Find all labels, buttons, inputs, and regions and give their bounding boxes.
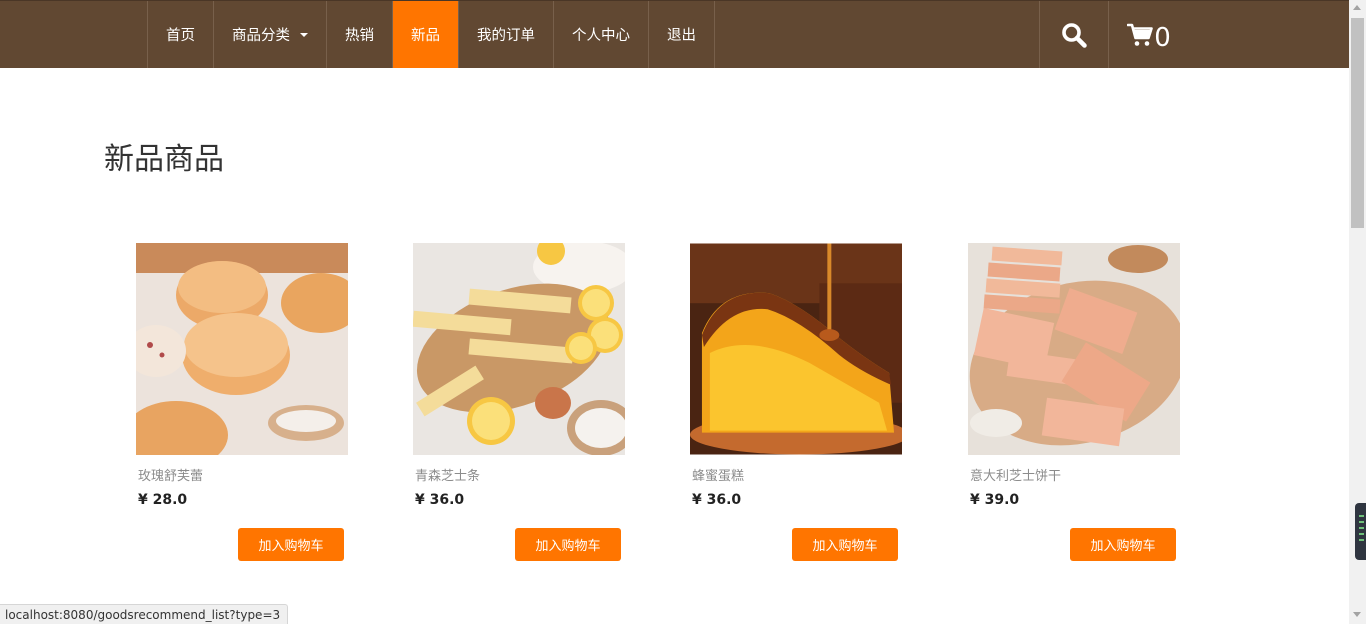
nav-item-label: 首页	[166, 28, 195, 44]
nav-item-home[interactable]: 首页	[148, 1, 214, 68]
product-price: ¥ 28.0	[138, 492, 188, 508]
widget-bar	[1359, 539, 1364, 541]
nav-item-profile[interactable]: 个人中心	[554, 1, 649, 68]
scroll-up-arrow-icon[interactable]	[1353, 5, 1361, 10]
nav-item-label: 商品分类	[232, 28, 290, 44]
widget-bar	[1359, 521, 1364, 523]
product-price: ¥ 36.0	[692, 492, 742, 508]
nav-item-label: 新品	[411, 28, 440, 44]
product-price: ¥ 39.0	[970, 492, 1020, 508]
product-name[interactable]: 蜂蜜蛋糕	[692, 465, 744, 484]
product-card: 玫瑰舒芙蕾 ¥ 28.0 加入购物车	[136, 243, 348, 561]
nav-menu: 首页 商品分类 热销 新品 我的订单 个人中心 退出	[147, 1, 715, 68]
nav-item-new[interactable]: 新品	[393, 1, 459, 68]
nav-actions: 0	[1039, 1, 1189, 68]
product-name[interactable]: 玫瑰舒芙蕾	[138, 465, 203, 484]
page: 首页 商品分类 热销 新品 我的订单 个人中心 退出 0 新品商品 玫瑰舒芙蕾 …	[0, 0, 1366, 624]
product-price: ¥ 36.0	[415, 492, 465, 508]
product-card: 青森芝士条 ¥ 36.0 加入购物车	[413, 243, 625, 561]
status-bar-url: localhost:8080/goodsrecommend_list?type=…	[0, 604, 289, 624]
nav-item-label: 个人中心	[572, 28, 630, 44]
scroll-down-arrow-icon[interactable]	[1353, 612, 1361, 617]
widget-bar	[1359, 515, 1364, 517]
product-image[interactable]	[690, 243, 902, 455]
add-to-cart-button[interactable]: 加入购物车	[1070, 528, 1176, 561]
shopping-cart-icon	[1127, 23, 1154, 46]
nav-item-label: 热销	[345, 28, 374, 44]
product-card: 蜂蜜蛋糕 ¥ 36.0 加入购物车	[690, 243, 902, 561]
product-image[interactable]	[413, 243, 625, 455]
page-title: 新品商品	[104, 142, 224, 177]
nav-item-label: 退出	[667, 28, 696, 44]
scroll-thumb[interactable]	[1351, 18, 1364, 228]
nav-item-my-orders[interactable]: 我的订单	[459, 1, 554, 68]
nav-item-logout[interactable]: 退出	[649, 1, 715, 68]
product-name[interactable]: 青森芝士条	[415, 465, 480, 484]
product-name[interactable]: 意大利芝士饼干	[970, 465, 1061, 484]
top-navbar: 首页 商品分类 热销 新品 我的订单 个人中心 退出 0	[0, 0, 1349, 68]
side-widget-tab[interactable]	[1355, 503, 1366, 560]
add-to-cart-button[interactable]: 加入购物车	[792, 528, 898, 561]
search-button[interactable]	[1040, 1, 1109, 68]
nav-item-hot[interactable]: 热销	[327, 1, 393, 68]
nav-item-categories-dropdown[interactable]: 商品分类	[214, 1, 327, 68]
product-image[interactable]	[136, 243, 348, 455]
add-to-cart-button[interactable]: 加入购物车	[515, 528, 621, 561]
product-image[interactable]	[968, 243, 1180, 455]
cart-button[interactable]: 0	[1109, 1, 1189, 68]
product-card: 意大利芝士饼干 ¥ 39.0 加入购物车	[968, 243, 1180, 561]
nav-item-label: 我的订单	[477, 28, 535, 44]
widget-bar	[1359, 533, 1364, 535]
cart-count: 0	[1154, 22, 1171, 53]
add-to-cart-button[interactable]: 加入购物车	[238, 528, 344, 561]
caret-down-icon	[300, 32, 308, 37]
search-icon	[1062, 22, 1087, 48]
widget-bar	[1359, 527, 1364, 529]
